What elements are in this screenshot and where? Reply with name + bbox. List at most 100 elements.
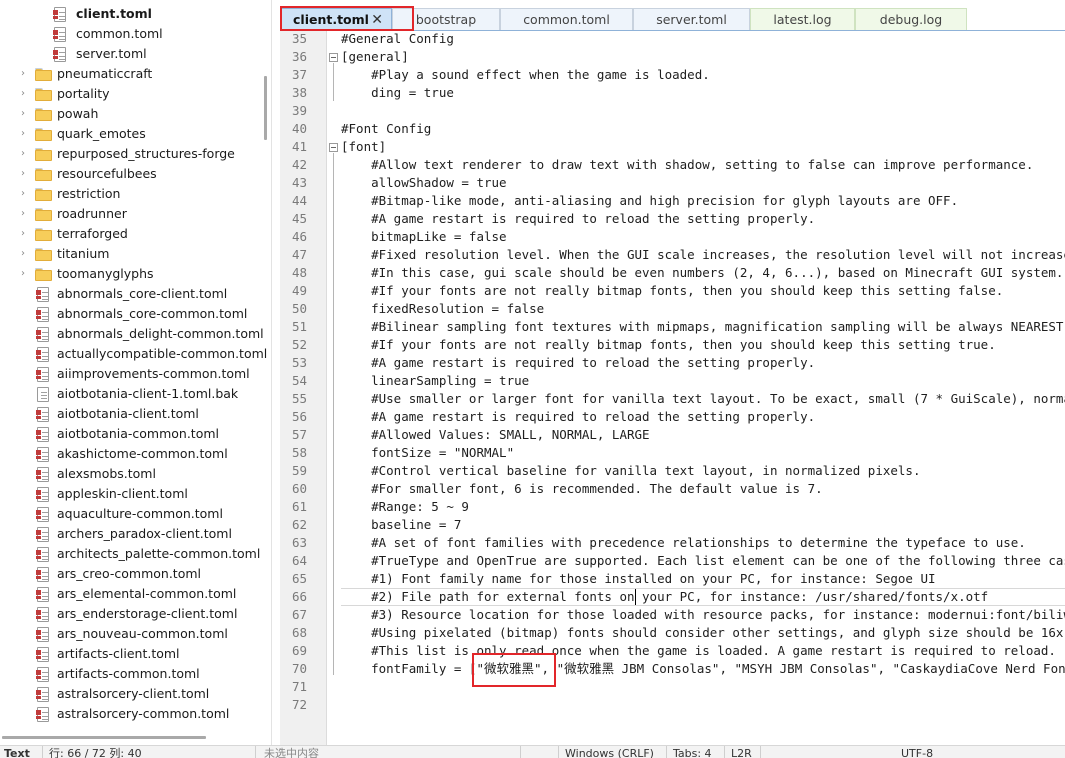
status-tabs[interactable]: Tabs: 4 bbox=[666, 746, 712, 758]
tree-file[interactable]: actuallycompatible-common.toml bbox=[0, 344, 267, 364]
tree-file[interactable]: astralsorcery-client.toml bbox=[0, 684, 262, 704]
status-gear-icon[interactable] bbox=[520, 746, 556, 758]
code-line[interactable]: #TrueType and OpenTrue are supported. Ea… bbox=[341, 552, 1065, 570]
tree-item-label: ars_nouveau-common.toml bbox=[57, 626, 228, 641]
code-text-area[interactable]: #General Config [general] #Play a sound e… bbox=[341, 31, 1065, 745]
code-line[interactable]: #Use smaller or larger font for vanilla … bbox=[341, 390, 1065, 408]
code-line[interactable]: #Using pixelated (bitmap) fonts should c… bbox=[341, 624, 1065, 642]
code-line[interactable]: #General Config bbox=[341, 31, 454, 48]
tree-folder[interactable]: › portality bbox=[0, 84, 262, 104]
tree-file[interactable]: ars_nouveau-common.toml bbox=[0, 624, 262, 644]
tree-folder[interactable]: › quark_emotes bbox=[0, 124, 262, 144]
tree-file[interactable]: artifacts-client.toml bbox=[0, 644, 262, 664]
chevron-right-icon[interactable]: › bbox=[21, 224, 29, 244]
chevron-right-icon[interactable]: › bbox=[21, 264, 29, 284]
chevron-right-icon[interactable]: › bbox=[21, 184, 29, 204]
code-line[interactable]: #Bilinear sampling font textures with mi… bbox=[341, 318, 1065, 336]
tree-folder[interactable]: › titanium bbox=[0, 244, 262, 264]
code-line[interactable]: [general] bbox=[341, 48, 409, 66]
status-encoding[interactable]: UTF-8 bbox=[760, 746, 933, 758]
code-line[interactable]: #If your fonts are not really bitmap fon… bbox=[341, 282, 1003, 300]
tab-debug-log[interactable]: debug.log bbox=[855, 8, 967, 30]
tree-file[interactable]: aiotbotania-common.toml bbox=[0, 424, 262, 444]
chevron-right-icon[interactable]: › bbox=[21, 204, 29, 224]
tree-file[interactable]: artifacts-common.toml bbox=[0, 664, 262, 684]
code-line[interactable]: #Play a sound effect when the game is lo… bbox=[341, 66, 710, 84]
code-line[interactable]: #For smaller font, 6 is recommended. The… bbox=[341, 480, 823, 498]
code-line[interactable]: #3) Resource location for those loaded w… bbox=[341, 606, 1065, 624]
tree-file[interactable]: aquaculture-common.toml bbox=[0, 504, 262, 524]
code-line[interactable]: #Fixed resolution level. When the GUI sc… bbox=[341, 246, 1065, 264]
tree-folder[interactable]: › restriction bbox=[0, 184, 262, 204]
code-line[interactable]: ding = true bbox=[341, 84, 454, 102]
code-line[interactable]: #Allowed Values: SMALL, NORMAL, LARGE bbox=[341, 426, 649, 444]
tree-file[interactable]: ars_enderstorage-client.toml bbox=[0, 604, 262, 624]
chevron-right-icon[interactable]: › bbox=[21, 124, 29, 144]
fold-toggle-icon[interactable] bbox=[329, 53, 338, 62]
code-line[interactable]: baseline = 7 bbox=[341, 516, 461, 534]
code-line[interactable]: #Range: 5 ~ 9 bbox=[341, 498, 469, 516]
tab-latest-log[interactable]: latest.log bbox=[750, 8, 855, 30]
tree-folder[interactable]: › powah bbox=[0, 104, 262, 124]
tree-folder[interactable]: › repurposed_structures-forge bbox=[0, 144, 262, 164]
tree-folder[interactable]: › resourcefulbees bbox=[0, 164, 262, 184]
tree-file[interactable]: client.toml bbox=[0, 4, 262, 24]
code-editor[interactable]: 35 36 37 38 39 40 41 42 43 44 45 46 47 48 49 50 51 52 53 54… bbox=[280, 31, 1065, 745]
tree-file[interactable]: akashictome-common.toml bbox=[0, 444, 262, 464]
tree-file[interactable]: abnormals_core-common.toml bbox=[0, 304, 262, 324]
tree-file[interactable]: aiotbotania-client.toml bbox=[0, 404, 262, 424]
code-line[interactable]: #If your fonts are not really bitmap fon… bbox=[341, 336, 996, 354]
code-line[interactable]: #A game restart is required to reload th… bbox=[341, 408, 815, 426]
code-line[interactable]: #This list is only read once when the ga… bbox=[341, 642, 1056, 660]
tree-file[interactable]: architects_palette-common.toml bbox=[0, 544, 262, 564]
tree-file[interactable]: server.toml bbox=[0, 44, 262, 64]
code-line[interactable]: linearSampling = true bbox=[341, 372, 529, 390]
chevron-right-icon[interactable]: › bbox=[21, 104, 29, 124]
code-line[interactable]: #Font Config bbox=[341, 120, 431, 138]
tree-file[interactable]: appleskin-client.toml bbox=[0, 484, 262, 504]
chevron-right-icon[interactable]: › bbox=[21, 164, 29, 184]
sidebar-horizontal-scrollbar[interactable] bbox=[2, 736, 206, 739]
code-line[interactable]: bitmapLike = false bbox=[341, 228, 506, 246]
tree-file[interactable]: alexsmobs.toml bbox=[0, 464, 262, 484]
code-line[interactable]: fontSize = "NORMAL" bbox=[341, 444, 514, 462]
tree-folder[interactable]: › roadrunner bbox=[0, 204, 262, 224]
code-line[interactable]: #A game restart is required to reload th… bbox=[341, 210, 815, 228]
tree-file[interactable]: archers_paradox-client.toml bbox=[0, 524, 262, 544]
code-line[interactable]: fontFamily = ["微软雅黑", "微软雅黑 JBM Consolas… bbox=[341, 660, 1065, 678]
fold-toggle-icon[interactable] bbox=[329, 143, 338, 152]
code-line[interactable]: #1) Font family name for those installed… bbox=[341, 570, 935, 588]
tree-file[interactable]: abnormals_core-client.toml bbox=[0, 284, 262, 304]
sidebar-vertical-scrollbar[interactable] bbox=[264, 76, 267, 140]
tree-folder[interactable]: › terraforged bbox=[0, 224, 262, 244]
code-line[interactable]: #A set of font families with precedence … bbox=[341, 534, 1026, 552]
code-line[interactable]: allowShadow = true bbox=[341, 174, 506, 192]
tree-folder[interactable]: › pneumaticcraft bbox=[0, 64, 262, 84]
tree-file[interactable]: aiimprovements-common.toml bbox=[0, 364, 262, 384]
tree-file[interactable]: abnormals_delight-common.toml bbox=[0, 324, 264, 344]
chevron-right-icon[interactable]: › bbox=[21, 84, 29, 104]
status-line-endings[interactable]: Windows (CRLF) bbox=[558, 746, 654, 758]
tree-file[interactable]: aiotbotania-client-1.toml.bak bbox=[0, 384, 262, 404]
chevron-right-icon[interactable]: › bbox=[21, 64, 29, 84]
tree-file[interactable]: ars_creo-common.toml bbox=[0, 564, 262, 584]
code-line[interactable]: #A game restart is required to reload th… bbox=[341, 354, 815, 372]
code-line[interactable]: #Bitmap-like mode, anti-aliasing and hig… bbox=[341, 192, 958, 210]
code-line[interactable]: #2) File path for external fonts on your… bbox=[341, 588, 988, 606]
tree-file[interactable]: ars_elemental-common.toml bbox=[0, 584, 262, 604]
tree-folder[interactable]: › toomanyglyphs bbox=[0, 264, 262, 284]
code-line[interactable]: #Allow text renderer to draw text with s… bbox=[341, 156, 1033, 174]
chevron-right-icon[interactable]: › bbox=[21, 144, 29, 164]
status-mode[interactable]: Text bbox=[4, 746, 30, 758]
status-direction[interactable]: L2R bbox=[724, 746, 752, 758]
code-line[interactable]: fixedResolution = false bbox=[341, 300, 544, 318]
tab-common-toml[interactable]: common.toml bbox=[500, 8, 633, 30]
code-line[interactable]: #Control vertical baseline for vanilla t… bbox=[341, 462, 920, 480]
tree-file[interactable]: common.toml bbox=[0, 24, 262, 44]
chevron-right-icon[interactable]: › bbox=[21, 244, 29, 264]
status-cursor-position[interactable]: 行: 66 / 72 列: 40 bbox=[42, 746, 142, 758]
code-line[interactable]: #In this case, gui scale should be even … bbox=[341, 264, 1063, 282]
tree-file[interactable]: astralsorcery-common.toml bbox=[0, 704, 262, 724]
code-line[interactable]: [font] bbox=[341, 138, 386, 156]
tab-server-toml[interactable]: server.toml bbox=[633, 8, 750, 30]
